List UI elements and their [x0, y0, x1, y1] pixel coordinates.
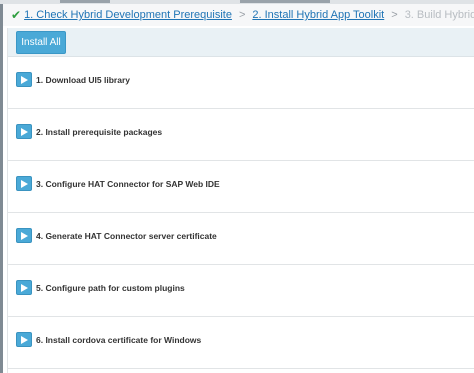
panel-toolbar: Install All: [8, 28, 474, 57]
play-icon[interactable]: [16, 176, 32, 191]
breadcrumb-step-1[interactable]: 1. Check Hybrid Development Prerequisite: [24, 9, 232, 21]
step-title: 6. Install cordova certificate for Windo…: [36, 334, 202, 345]
install-panel: Install All 1. Download UI5 library 2. I…: [7, 28, 474, 373]
step-title: 5. Configure path for custom plugins: [36, 282, 185, 293]
play-icon[interactable]: [16, 124, 32, 139]
play-icon[interactable]: [16, 72, 32, 87]
top-edge-segment: [60, 0, 110, 3]
play-icon[interactable]: [16, 228, 32, 243]
top-edge-segment: [240, 0, 330, 3]
breadcrumb-separator: >: [238, 9, 246, 21]
breadcrumb: ✔ 1. Check Hybrid Development Prerequisi…: [3, 4, 474, 26]
step-list: 1. Download UI5 library 2. Install prere…: [8, 57, 474, 369]
step-row-download-ui5[interactable]: 1. Download UI5 library: [8, 57, 474, 109]
breadcrumb-step-3: 3. Build Hybrid Companion App: [404, 9, 474, 21]
step-row-configure-plugins[interactable]: 5. Configure path for custom plugins: [8, 265, 474, 317]
step-row-install-prerequisites[interactable]: 2. Install prerequisite packages: [8, 109, 474, 161]
step-row-generate-certificate[interactable]: 4. Generate HAT Connector server certifi…: [8, 213, 474, 265]
window-frame-edge: [0, 0, 3, 373]
step-title: 2. Install prerequisite packages: [36, 126, 163, 137]
play-icon[interactable]: [16, 332, 32, 347]
check-icon: ✔: [11, 8, 22, 22]
play-icon[interactable]: [16, 280, 32, 295]
step-row-cordova-certificate[interactable]: 6. Install cordova certificate for Windo…: [8, 317, 474, 369]
step-row-configure-connector[interactable]: 3. Configure HAT Connector for SAP Web I…: [8, 161, 474, 213]
step-title: 1. Download UI5 library: [36, 74, 130, 85]
install-all-button[interactable]: Install All: [16, 31, 66, 54]
step-title: 4. Generate HAT Connector server certifi…: [36, 230, 217, 241]
breadcrumb-step-2[interactable]: 2. Install Hybrid App Toolkit: [252, 9, 384, 21]
breadcrumb-separator: >: [391, 9, 398, 21]
step-title: 3. Configure HAT Connector for SAP Web I…: [36, 178, 220, 189]
